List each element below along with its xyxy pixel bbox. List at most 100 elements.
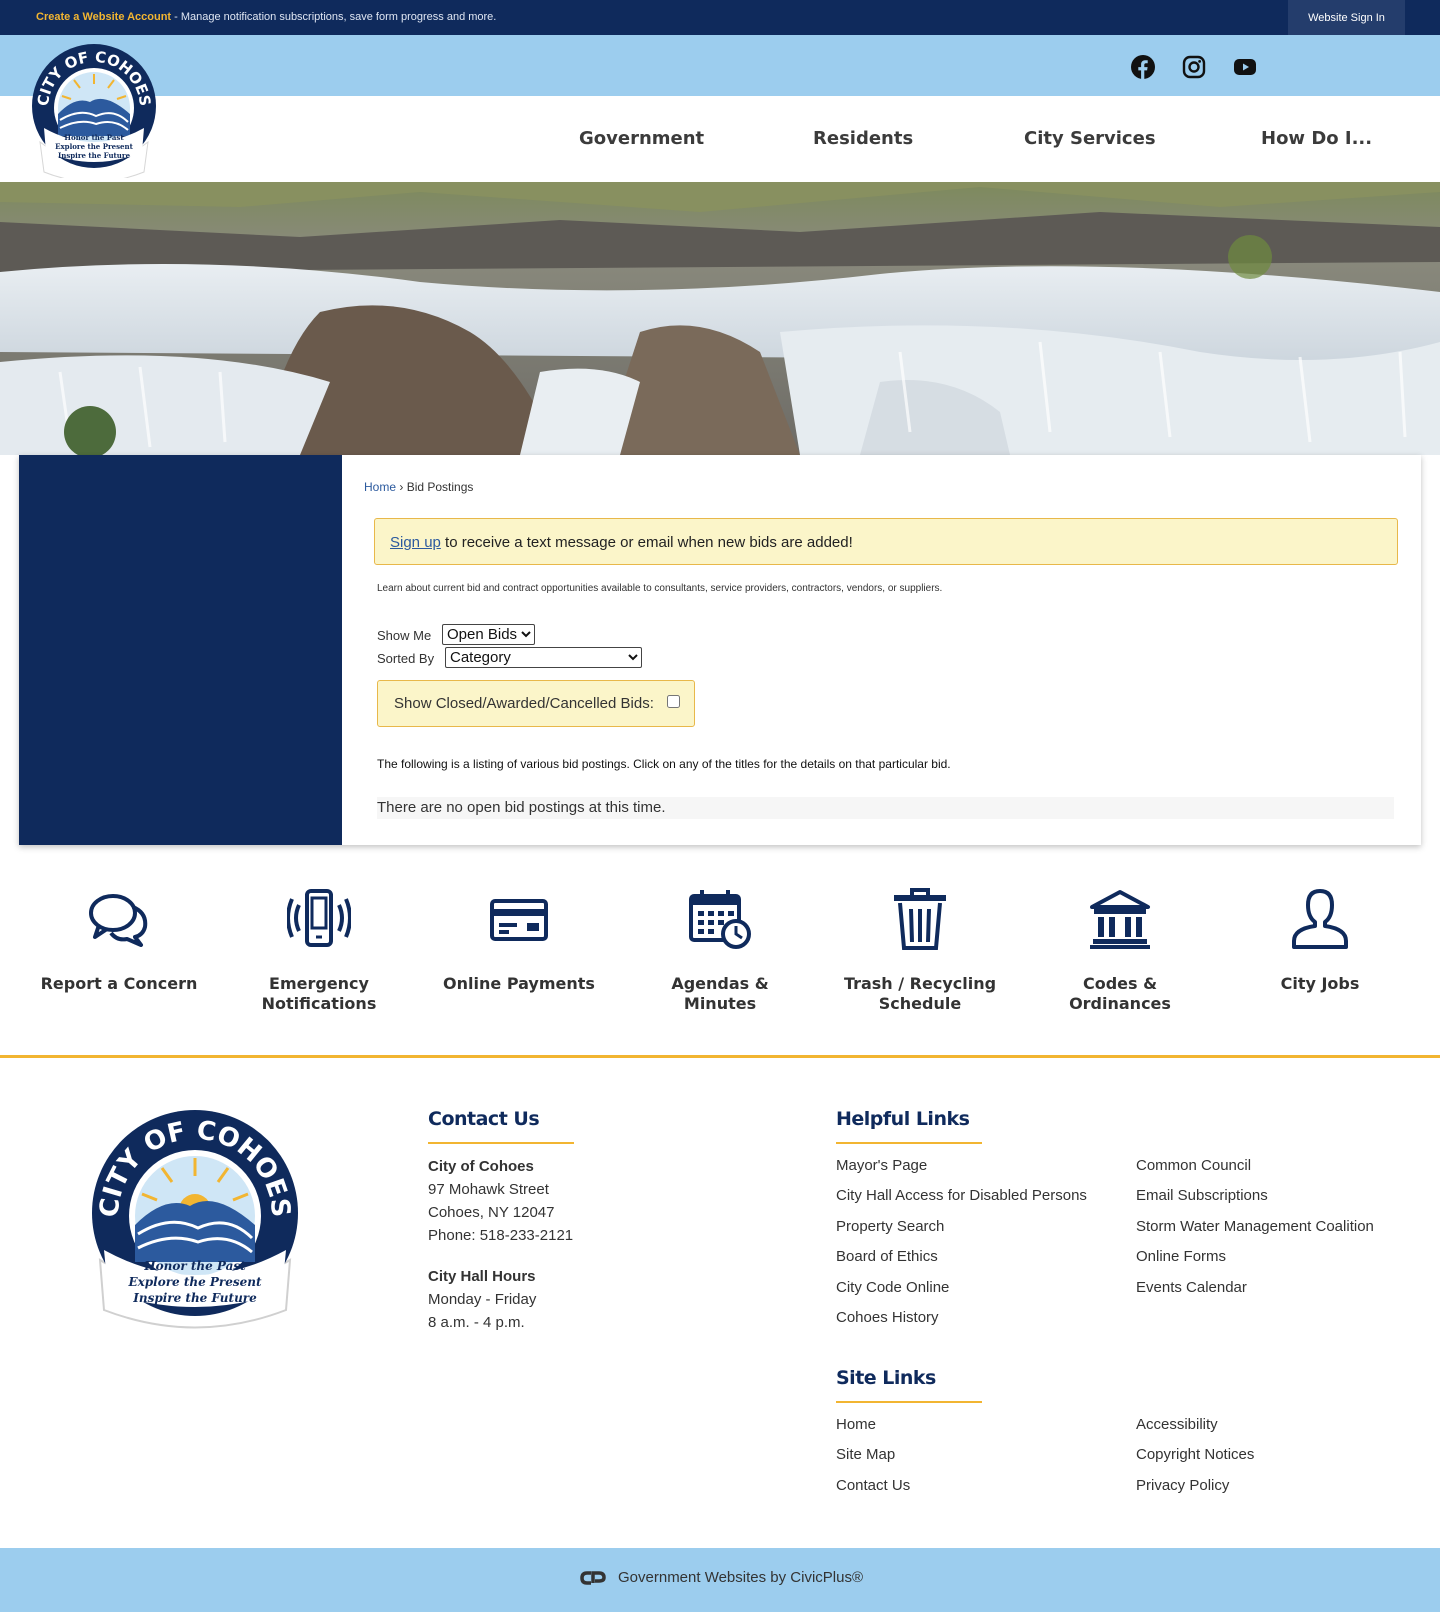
helpful-link-mayors-page[interactable]: Mayor's Page <box>836 1157 927 1174</box>
helpful-link-online-forms[interactable]: Online Forms <box>1136 1248 1226 1265</box>
helpful-link-board-of-ethics[interactable]: Board of Ethics <box>836 1248 938 1265</box>
logo-motto-3: Inspire the Future <box>58 151 131 160</box>
closed-bids-filter: Show Closed/Awarded/Cancelled Bids: <box>377 680 695 727</box>
footer-logo-motto-1: Honor the Past <box>143 1259 246 1273</box>
helpful-link-email-subscriptions[interactable]: Email Subscriptions <box>1136 1187 1268 1204</box>
footer-logo-motto-3: Inspire the Future <box>132 1291 257 1305</box>
quick-link-label: Report a Concern <box>40 974 198 993</box>
contact-heading-rule <box>428 1142 574 1144</box>
website-sign-in-button[interactable]: Website Sign In <box>1288 0 1405 35</box>
chat-bubbles-icon <box>89 894 148 947</box>
civicplus-credit-text: Government Websites by CivicPlus® <box>618 1569 864 1586</box>
breadcrumb-current: Bid Postings <box>406 480 474 494</box>
nav-city-services[interactable]: City Services <box>1024 128 1156 149</box>
helpful-link-storm-water[interactable]: Storm Water Management Coalition <box>1136 1218 1374 1235</box>
quick-link-codes-ordinances[interactable]: Codes & Ordinances <box>1025 887 1215 1014</box>
credit-card-icon <box>490 899 548 941</box>
logo-motto-2: Explore the Present <box>55 142 133 151</box>
building-columns-icon <box>1090 890 1150 949</box>
hours-time: 8 a.m. - 4 p.m. <box>428 1314 525 1331</box>
site-link-site-map[interactable]: Site Map <box>836 1446 895 1463</box>
footer-city-seal-logo: Honor the Past Explore the Present Inspi… <box>92 1110 298 1329</box>
logo-motto-1: Honor the Past <box>64 133 124 142</box>
site-link-accessibility[interactable]: Accessibility <box>1136 1416 1218 1433</box>
footer-logo-motto-2: Explore the Present <box>127 1275 262 1289</box>
quick-link-report-concern[interactable]: Report a Concern <box>24 887 214 994</box>
show-me-select[interactable]: Open Bids <box>442 624 535 645</box>
signup-alert: Sign up to receive a text message or ema… <box>374 518 1398 565</box>
header-light-band <box>0 35 1440 96</box>
breadcrumb-separator: › <box>396 480 407 494</box>
closed-bids-label: Show Closed/Awarded/Cancelled Bids: <box>394 695 654 712</box>
quick-link-label: Trash / Recycling <box>843 974 997 993</box>
quick-link-label: Agendas & <box>671 974 769 993</box>
nav-government[interactable]: Government <box>579 128 704 149</box>
top-utility-bar: Create a Website Account - Manage notifi… <box>0 0 1440 35</box>
create-account-message: Create a Website Account - Manage notifi… <box>36 11 496 23</box>
quick-link-label: Online Payments <box>443 974 595 993</box>
listing-instructions: The following is a listing of various bi… <box>377 757 951 771</box>
quick-link-agendas-minutes[interactable]: Agendas & Minutes <box>625 887 815 1014</box>
quick-link-label: Codes & <box>1082 974 1158 993</box>
city-hall-hours: City Hall Hours Monday - Friday 8 a.m. -… <box>428 1265 536 1334</box>
helpful-links-heading-rule <box>836 1142 982 1144</box>
closed-bids-checkbox[interactable] <box>667 695 680 708</box>
contact-city: Cohoes, NY 12047 <box>428 1204 555 1221</box>
show-me-label: Show Me <box>377 628 432 643</box>
nav-how-do-i[interactable]: How Do I... <box>1261 128 1372 149</box>
bid-intro-text: Learn about current bid and contract opp… <box>377 583 943 594</box>
phone-vibrate-icon <box>287 889 351 947</box>
site-links-heading: Site Links <box>836 1367 936 1389</box>
create-account-link[interactable]: Create a Website Account <box>36 11 171 23</box>
signup-text: to receive a text message or email when … <box>440 534 853 551</box>
city-seal-logo[interactable]: Honor the Past Explore the Present Inspi… <box>30 44 158 178</box>
hero-waterfall-image <box>0 182 1440 455</box>
quick-link-label-line2: Notifications <box>261 994 377 1013</box>
helpful-links-heading: Helpful Links <box>836 1108 970 1130</box>
site-link-copyright-notices[interactable]: Copyright Notices <box>1136 1446 1254 1463</box>
quick-link-label: City Jobs <box>1280 974 1360 993</box>
breadcrumb-home-link[interactable]: Home <box>364 480 396 494</box>
contact-org: City of Cohoes <box>428 1158 534 1175</box>
quick-link-label: Emergency <box>269 974 369 993</box>
header-nav-band <box>0 96 1440 182</box>
quick-link-label-line2: Ordinances <box>1069 994 1171 1013</box>
left-sidebar <box>19 455 342 845</box>
quick-link-label-line2: Schedule <box>878 994 962 1013</box>
facebook-icon[interactable] <box>1131 55 1155 79</box>
nav-residents[interactable]: Residents <box>813 128 913 149</box>
hours-heading: City Hall Hours <box>428 1268 536 1285</box>
instagram-icon[interactable] <box>1182 55 1206 79</box>
quick-link-city-jobs[interactable]: City Jobs <box>1225 887 1415 994</box>
person-icon <box>1292 889 1348 949</box>
civicplus-logo-icon <box>580 1570 606 1585</box>
quick-link-label-line2: Minutes <box>683 994 757 1013</box>
civicplus-credit[interactable]: Government Websites by CivicPlus® <box>580 1569 863 1586</box>
site-link-home[interactable]: Home <box>836 1416 876 1433</box>
helpful-link-city-hall-access[interactable]: City Hall Access for Disabled Persons <box>836 1187 1087 1204</box>
site-link-privacy-policy[interactable]: Privacy Policy <box>1136 1477 1229 1494</box>
quick-link-online-payments[interactable]: Online Payments <box>424 887 614 994</box>
trash-can-icon <box>894 888 946 950</box>
contact-heading: Contact Us <box>428 1108 540 1130</box>
contact-phone: Phone: 518-233-2121 <box>428 1227 574 1244</box>
helpful-link-common-council[interactable]: Common Council <box>1136 1157 1251 1174</box>
helpful-link-property-search[interactable]: Property Search <box>836 1218 944 1235</box>
helpful-link-cohoes-history[interactable]: Cohoes History <box>836 1309 939 1326</box>
quick-link-emergency-notifications[interactable]: Emergency Notifications <box>224 887 414 1014</box>
no-bids-message: There are no open bid postings at this t… <box>377 797 1394 819</box>
helpful-link-events-calendar[interactable]: Events Calendar <box>1136 1279 1247 1296</box>
sorted-by-select[interactable]: Category <box>445 647 642 668</box>
site-links-heading-rule <box>836 1401 982 1403</box>
breadcrumb: Home › Bid Postings <box>364 480 473 494</box>
sorted-by-label: Sorted By <box>377 651 435 666</box>
youtube-icon[interactable] <box>1233 55 1257 79</box>
hours-days: Monday - Friday <box>428 1291 537 1308</box>
helpful-link-city-code-online[interactable]: City Code Online <box>836 1279 949 1296</box>
create-account-description: - Manage notification subscriptions, sav… <box>171 11 497 23</box>
site-link-contact-us[interactable]: Contact Us <box>836 1477 910 1494</box>
quick-link-trash-recycling[interactable]: Trash / Recycling Schedule <box>825 887 1015 1014</box>
contact-address: City of Cohoes 97 Mohawk Street Cohoes, … <box>428 1155 573 1247</box>
signup-link[interactable]: Sign up <box>390 534 441 551</box>
calendar-clock-icon <box>689 890 751 949</box>
